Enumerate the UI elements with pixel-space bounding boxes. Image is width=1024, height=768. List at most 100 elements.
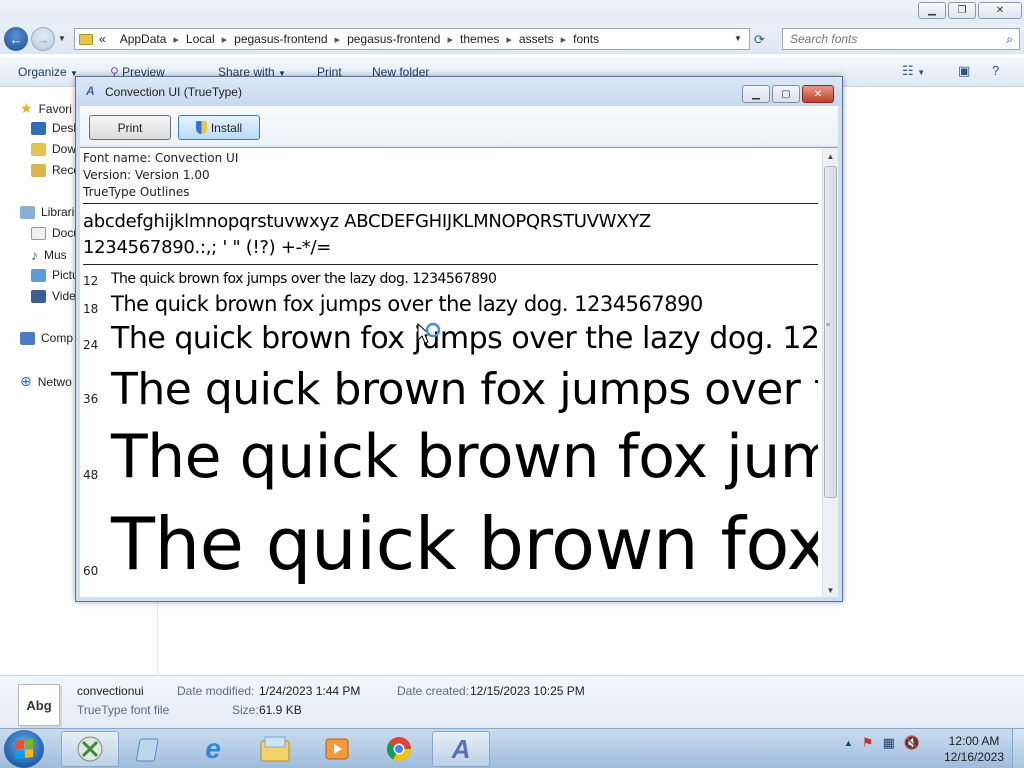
sidebar-item-documents[interactable]: Docu xyxy=(31,226,80,240)
viewer-maximize-button[interactable]: ▢ xyxy=(772,85,800,103)
sample-size-label: 36 xyxy=(83,392,99,406)
help-icon[interactable]: ? xyxy=(992,63,999,78)
address-dropdown[interactable]: ▼ xyxy=(734,34,742,43)
close-button[interactable]: ✕ xyxy=(978,2,1022,19)
chevron-right-icon[interactable]: ▸ xyxy=(222,33,228,46)
taskbar-font-viewer[interactable]: A xyxy=(432,731,490,767)
chevron-right-icon[interactable]: ▸ xyxy=(335,33,341,46)
font-file-icon: A xyxy=(86,84,95,98)
minimize-button[interactable]: ▁ xyxy=(918,2,946,19)
star-icon: ★ xyxy=(20,100,33,116)
viewer-caption-buttons: ▁ ▢ ✕ xyxy=(742,85,834,103)
sidebar-item-libraries[interactable]: Librari xyxy=(20,205,74,219)
refresh-icon[interactable]: ⟳ xyxy=(754,32,765,48)
show-desktop-button[interactable] xyxy=(1012,729,1024,768)
chevron-right-icon[interactable]: ▸ xyxy=(447,33,453,46)
explorer-caption-buttons: ▁ ❐ ✕ xyxy=(918,2,1022,19)
chevron-right-icon[interactable]: ▸ xyxy=(506,33,512,46)
viewer-title-bar: A Convection UI (TrueType) ▁ ▢ ✕ xyxy=(76,77,842,106)
preview-pane-icon[interactable]: ▣ xyxy=(958,63,970,79)
sample-row-36: 36 The quick brown fox jumps over the la… xyxy=(83,360,818,420)
charset-letters: abcdefghijklmnopqrstuvwxyz ABCDEFGHIJKLM… xyxy=(83,211,651,232)
breadcrumb-pegasus-frontend-2[interactable]: pegasus-frontend xyxy=(347,32,440,46)
sidebar-item-recent[interactable]: Rece xyxy=(31,163,80,177)
chevron-right-icon[interactable]: ▸ xyxy=(561,33,567,46)
date-created-label: Date created: xyxy=(397,684,470,698)
taskbar-chrome[interactable] xyxy=(370,731,428,767)
size-value: 61.9 KB xyxy=(259,703,302,717)
uac-shield-icon xyxy=(195,121,207,134)
sample-text: The quick brown fox jumps over the lazy … xyxy=(111,364,818,415)
taskbar-file-explorer[interactable] xyxy=(246,731,304,767)
scroll-down-arrow-icon[interactable]: ▼ xyxy=(823,582,838,597)
taskbar-media-player[interactable] xyxy=(308,731,366,767)
pictures-icon xyxy=(31,268,46,282)
breadcrumb-appdata[interactable]: AppData xyxy=(120,32,167,46)
viewer-minimize-button[interactable]: ▁ xyxy=(742,85,770,103)
sample-row-24: 24 The quick brown fox jumps over the la… xyxy=(83,320,818,360)
system-clock[interactable]: 12:00 AM 12/16/2023 xyxy=(941,733,1007,765)
system-tray: ▲ ⚑ ▦ 🔇 xyxy=(844,735,920,751)
show-hidden-icons-icon[interactable]: ▲ xyxy=(844,738,853,748)
recent-pages-dropdown[interactable]: ▼ xyxy=(58,34,66,43)
search-input[interactable] xyxy=(783,29,983,49)
address-overflow[interactable]: « xyxy=(99,32,106,46)
taskbar-windows-live[interactable] xyxy=(121,731,179,767)
start-button[interactable] xyxy=(4,730,44,768)
organize-menu[interactable]: Organize ▼ xyxy=(18,65,78,79)
breadcrumb-pegasus-frontend[interactable]: pegasus-frontend xyxy=(234,32,327,46)
sidebar-item-pictures[interactable]: Pictu xyxy=(31,268,79,282)
scroll-up-arrow-icon[interactable]: ▲ xyxy=(823,148,838,164)
file-type: TrueType font file xyxy=(77,703,170,717)
breadcrumb-themes[interactable]: themes xyxy=(460,32,499,46)
sample-text: The quick brown fox jumps over the lazy … xyxy=(111,271,497,287)
font-outlines: TrueType Outlines xyxy=(83,185,190,199)
breadcrumb-fonts[interactable]: fonts xyxy=(573,32,599,46)
clock-date: 12/16/2023 xyxy=(943,750,1005,764)
arrow-right-icon: → xyxy=(36,31,50,47)
windows-live-icon xyxy=(136,738,159,762)
downloads-icon xyxy=(31,142,46,156)
search-icon[interactable]: ⌕ xyxy=(1006,32,1013,47)
volume-muted-icon[interactable]: 🔇 xyxy=(904,735,920,751)
print-button[interactable]: Print xyxy=(89,115,171,140)
font-preview-area: Font name: Convection UI Version: Versio… xyxy=(80,147,838,597)
action-center-icon[interactable]: ⚑ xyxy=(862,735,874,751)
breadcrumb-assets[interactable]: assets xyxy=(519,32,554,46)
xbox-icon xyxy=(77,736,103,762)
taskbar-xbox[interactable] xyxy=(61,731,119,767)
font-version: Version: Version 1.00 xyxy=(83,168,210,182)
scrollbar-thumb[interactable] xyxy=(824,166,837,498)
address-bar[interactable]: « AppData ▸ Local ▸ pegasus-frontend ▸ p… xyxy=(74,28,750,50)
sample-text: The quick brown fox jumps over the lazy … xyxy=(111,422,818,492)
network-status-icon[interactable]: ▦ xyxy=(883,735,895,751)
forward-button[interactable]: → xyxy=(31,27,55,51)
date-modified-label: Date modified: xyxy=(177,684,255,698)
sample-row-12: 12 The quick brown fox jumps over the la… xyxy=(83,268,818,290)
media-player-icon xyxy=(325,738,349,760)
restore-button[interactable]: ❐ xyxy=(948,2,976,19)
back-button[interactable]: ← xyxy=(4,27,28,51)
viewer-close-button[interactable]: ✕ xyxy=(802,85,834,103)
vertical-scrollbar[interactable]: ▲ ≡ ▼ xyxy=(822,148,838,597)
sidebar-item-computer[interactable]: Comp xyxy=(20,331,73,345)
sidebar-item-downloads[interactable]: Dow xyxy=(31,142,76,156)
chevron-right-icon[interactable]: ▸ xyxy=(173,33,179,46)
viewer-toolbar: Print Install xyxy=(80,106,838,146)
sample-row-18: 18 The quick brown fox jumps over the la… xyxy=(83,290,818,320)
clock-time: 12:00 AM xyxy=(948,734,1000,748)
taskbar-internet-explorer[interactable]: e xyxy=(184,731,242,767)
install-button[interactable]: Install xyxy=(178,115,260,140)
computer-icon xyxy=(20,331,35,345)
windows-logo-icon xyxy=(15,739,33,759)
sidebar-item-music[interactable]: ♪ Mus xyxy=(31,247,67,263)
scroll-grip-icon: ≡ xyxy=(826,322,831,329)
sidebar-item-videos[interactable]: Vide xyxy=(31,289,76,303)
sidebar-item-desktop[interactable]: Desk xyxy=(31,121,79,135)
sidebar-item-favorites[interactable]: ★ Favori xyxy=(20,100,72,117)
address-row: ← → ▼ « AppData ▸ Local ▸ pegasus-fronte… xyxy=(0,24,1024,54)
sidebar-item-network[interactable]: ⊕ Netwo xyxy=(20,373,72,390)
explorer-title-bar: ▁ ❐ ✕ xyxy=(0,0,1024,24)
breadcrumb-local[interactable]: Local xyxy=(186,32,215,46)
view-options-icon[interactable]: ☷ ▼ xyxy=(902,63,925,79)
